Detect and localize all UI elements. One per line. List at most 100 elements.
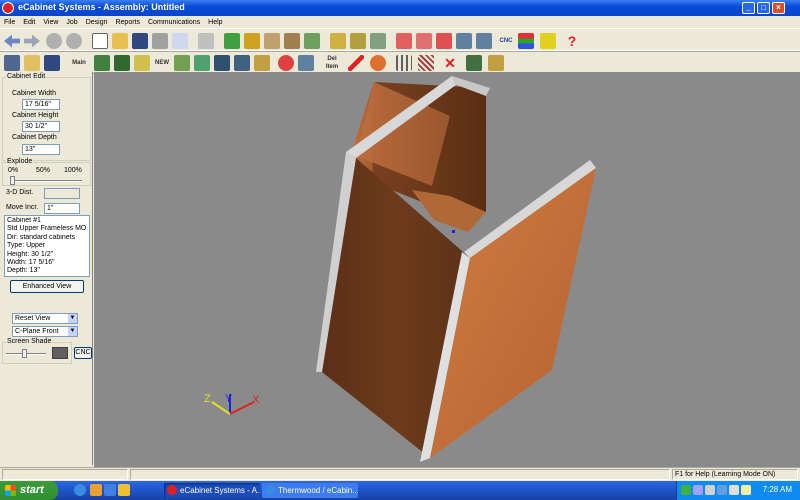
enhanced-view-button[interactable]: Enhanced View <box>10 280 84 293</box>
media-quicklaunch-icon[interactable] <box>118 484 130 496</box>
cabinet-edit-icon[interactable] <box>4 55 20 71</box>
open-cabinet-icon[interactable] <box>24 55 40 71</box>
room-layout-icon[interactable] <box>350 33 366 49</box>
material-icon[interactable] <box>304 33 320 49</box>
cabinet-library-icon[interactable] <box>330 33 346 49</box>
help-icon[interactable]: ? <box>564 33 580 49</box>
move-incr-field[interactable]: 1" <box>44 203 80 214</box>
new-part-button[interactable]: NEW <box>154 55 170 71</box>
cabinet-width-field[interactable]: 17 5/16" <box>22 99 60 110</box>
shelf-icon[interactable] <box>174 55 190 71</box>
menu-job[interactable]: Job <box>62 19 81 26</box>
delete-x-icon[interactable]: ✕ <box>442 55 458 71</box>
forward-arrow-icon[interactable] <box>24 34 40 48</box>
explode-slider-track[interactable] <box>10 180 82 182</box>
info-line: Type: Upper <box>7 242 46 250</box>
menu-reports[interactable]: Reports <box>111 19 144 26</box>
table-icon[interactable] <box>488 55 504 71</box>
explode-slider-thumb[interactable] <box>10 176 15 185</box>
explode-tick-0: 0% <box>8 167 19 174</box>
assembly-icon[interactable] <box>244 33 260 49</box>
tray-icon[interactable] <box>693 485 703 495</box>
menu-edit[interactable]: Edit <box>19 19 39 26</box>
desktop-quicklaunch-icon[interactable] <box>104 484 116 496</box>
menu-communications[interactable]: Communications <box>144 19 204 26</box>
grid-layout-icon[interactable] <box>370 33 386 49</box>
partition-icon[interactable] <box>234 55 250 71</box>
new-file-icon[interactable] <box>92 33 108 49</box>
3d-viewport[interactable]: X Y Z <box>94 72 800 467</box>
save-icon[interactable] <box>132 33 148 49</box>
shade-color-swatch[interactable] <box>52 347 68 359</box>
door-style-icon[interactable] <box>264 33 280 49</box>
menu-help[interactable]: Help <box>204 19 226 26</box>
tray-icon[interactable] <box>705 485 715 495</box>
item-label: Item <box>325 64 339 70</box>
menu-design[interactable]: Design <box>82 19 112 26</box>
cabinet-edit-panel: Cabinet Edit Cabinet Width 17 5/16" Cabi… <box>0 72 93 465</box>
upper-cabinet-icon[interactable] <box>114 55 130 71</box>
minimize-button[interactable]: _ <box>742 2 755 14</box>
report-icon[interactable] <box>396 33 412 49</box>
delete-item-button[interactable]: Del Item <box>322 55 342 71</box>
cabinet-depth-field[interactable]: 13" <box>22 144 60 155</box>
cabinet-design-icon[interactable] <box>224 33 240 49</box>
arch-door-icon[interactable] <box>284 33 300 49</box>
close-button[interactable]: × <box>772 2 785 14</box>
network-tray-icon[interactable] <box>717 485 727 495</box>
menu-view[interactable]: View <box>39 19 62 26</box>
save-cabinet-icon[interactable] <box>44 55 60 71</box>
tray-icon[interactable] <box>741 485 751 495</box>
cutlist-report-icon[interactable] <box>416 33 432 49</box>
open-folder-icon[interactable] <box>112 33 128 49</box>
title-bar[interactable]: eCabinet Systems - Assembly: Untitled _ … <box>0 0 800 16</box>
tray-icon[interactable] <box>681 485 691 495</box>
panel-cnc-button[interactable]: CNC <box>74 347 92 359</box>
ie-quicklaunch-icon[interactable] <box>74 484 86 496</box>
cabinet-height-field[interactable]: 30 1/2" <box>22 121 60 132</box>
color-bars-icon[interactable] <box>518 33 534 49</box>
door-icon[interactable] <box>254 55 270 71</box>
base-cabinet-icon[interactable] <box>94 55 110 71</box>
explorer-quicklaunch-icon[interactable] <box>90 484 102 496</box>
face-frame-icon[interactable] <box>214 55 230 71</box>
print-icon[interactable] <box>152 33 168 49</box>
cabinet-3d-render[interactable]: X Y Z <box>94 72 800 467</box>
drawer-icon[interactable] <box>134 55 150 71</box>
dimension-icon[interactable] <box>396 55 412 71</box>
main-menu-button[interactable]: Main <box>70 55 88 71</box>
tools-icon[interactable] <box>540 33 556 49</box>
reset-view-select[interactable]: Reset View ▼ <box>12 313 78 324</box>
divider-icon[interactable] <box>194 55 210 71</box>
price-report-icon[interactable] <box>436 33 452 49</box>
taskbar-item-browser[interactable]: Thermwood / eCabin... <box>262 483 358 498</box>
cplane-select[interactable]: C-Plane Front ▼ <box>12 326 78 337</box>
hardware-icon[interactable] <box>278 55 294 71</box>
stop-icon[interactable] <box>46 33 62 49</box>
camera-icon[interactable] <box>466 55 482 71</box>
taskbar-item-ecabinet[interactable]: eCabinet Systems - A... <box>164 483 260 498</box>
application-window: eCabinet Systems - Assembly: Untitled _ … <box>0 0 800 481</box>
rotate-icon[interactable] <box>370 55 386 71</box>
cabinet-info-box: Cabinet #1 Std Upper Frameless MOD1 Dir:… <box>4 215 90 277</box>
undo-icon[interactable] <box>172 33 188 49</box>
machine-upload-icon[interactable] <box>456 33 472 49</box>
hatch-icon[interactable] <box>418 55 434 71</box>
cnc-button[interactable]: CNC <box>496 33 516 49</box>
draw-line-icon[interactable] <box>348 55 364 71</box>
info-line: Width: 17 5/16" <box>7 259 55 267</box>
start-button[interactable]: start <box>0 481 58 500</box>
screen-shade-thumb[interactable] <box>22 349 27 358</box>
part-list-icon[interactable] <box>298 55 314 71</box>
network-icon[interactable] <box>476 33 492 49</box>
menu-file[interactable]: File <box>0 19 19 26</box>
info-line: Std Upper Frameless MOD1 <box>7 225 87 233</box>
settings-sliders-icon[interactable] <box>198 33 214 49</box>
maximize-button[interactable]: □ <box>757 2 770 14</box>
3d-dist-field[interactable] <box>44 188 80 199</box>
volume-tray-icon[interactable] <box>729 485 739 495</box>
refresh-icon[interactable] <box>66 33 82 49</box>
axis-y-label: Y <box>225 393 233 405</box>
clock[interactable]: 7:28 AM <box>763 485 792 494</box>
back-arrow-icon[interactable] <box>4 34 20 48</box>
